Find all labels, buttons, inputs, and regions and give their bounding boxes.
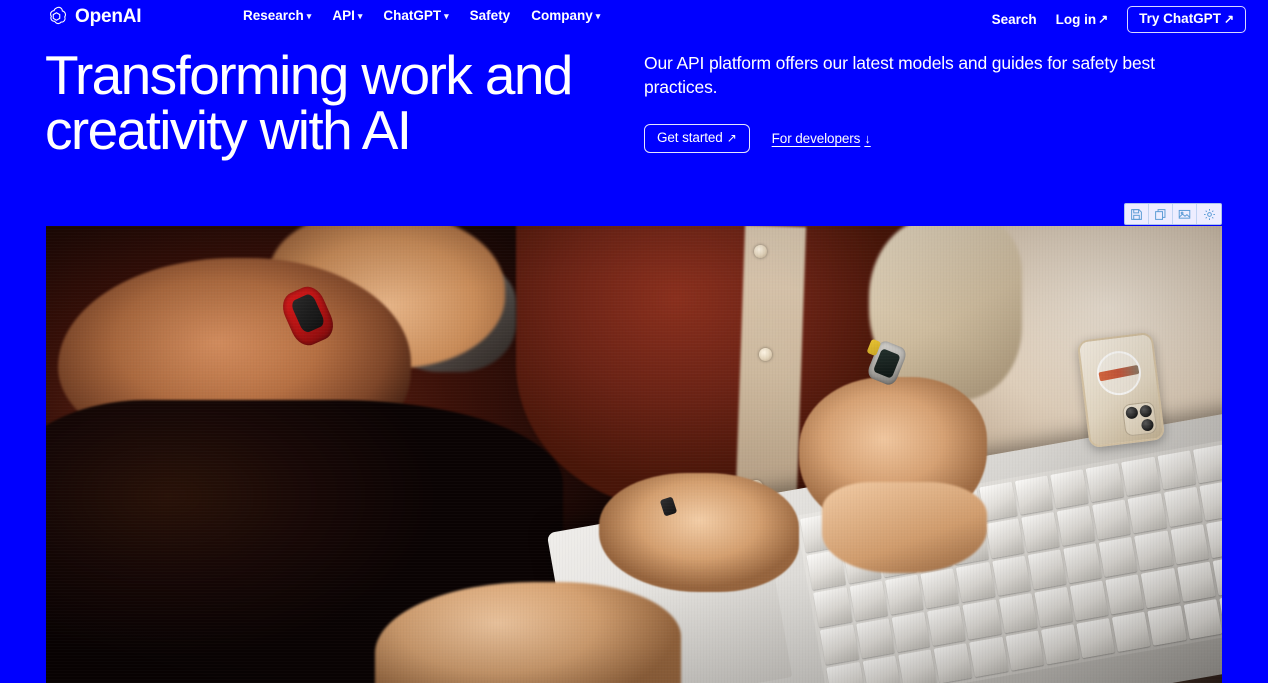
nav-item-safety[interactable]: Safety — [470, 9, 511, 23]
copy-button[interactable] — [1149, 204, 1173, 224]
nav-item-safety-label: Safety — [469, 8, 511, 23]
page-title: Transforming work and creativity with AI — [45, 48, 645, 158]
save-button[interactable] — [1125, 204, 1149, 224]
photo-shirt-placket — [734, 226, 807, 520]
nav-item-company[interactable]: Company ▾ — [531, 9, 600, 23]
chevron-down-icon: ▾ — [357, 11, 363, 22]
page-root: OpenAI Research ▾ API ▾ ChatGPT ▾ Safety… — [0, 0, 1268, 683]
image-button[interactable] — [1173, 204, 1197, 224]
image-icon — [1178, 208, 1191, 221]
save-icon — [1130, 208, 1143, 221]
nav-item-chatgpt-label: ChatGPT — [383, 8, 442, 23]
for-developers-label: For developers — [771, 130, 861, 146]
image-toolbar[interactable] — [1124, 203, 1222, 225]
chevron-down-icon: ▾ — [595, 11, 601, 22]
headline-line-1: Transforming work and — [45, 44, 573, 106]
photo-phone — [1076, 331, 1166, 448]
photo-shirt-button — [758, 347, 772, 361]
photo-center-hand — [598, 472, 799, 592]
hero-section: Transforming work and creativity with AI… — [0, 40, 1268, 210]
chevron-down-icon: ▾ — [444, 11, 449, 22]
login-link[interactable]: Log in ↗ — [1055, 11, 1109, 27]
photo-phone-camera-module — [1122, 400, 1158, 437]
login-label: Log in — [1055, 11, 1097, 27]
copy-icon — [1154, 208, 1167, 221]
nav-item-company-label: Company — [531, 8, 593, 23]
settings-gear-icon — [1203, 208, 1216, 221]
hero-photo — [46, 226, 1222, 683]
hero-right-column: Our API platform offers our latest model… — [644, 51, 1224, 153]
utility-nav: Search Log in ↗ Try ChatGPT ↗ — [992, 6, 1246, 33]
brand-name: OpenAI — [75, 6, 142, 27]
try-chatgpt-label: Try ChatGPT — [1139, 11, 1221, 26]
site-header: OpenAI Research ▾ API ▾ ChatGPT ▾ Safety… — [0, 0, 1268, 34]
nav-item-api[interactable]: API ▾ — [332, 9, 362, 23]
nav-item-api-label: API — [332, 8, 355, 23]
settings-button[interactable] — [1197, 204, 1221, 224]
nav-item-research-label: Research — [243, 8, 304, 23]
chevron-down-icon: ▾ — [306, 11, 312, 22]
for-developers-link[interactable]: For developers ↓ — [772, 132, 871, 146]
hero-description: Our API platform offers our latest model… — [644, 53, 1155, 98]
headline-line-2: creativity with AI — [45, 99, 412, 161]
arrow-up-right-icon: ↗ — [1223, 11, 1234, 26]
primary-nav: Research ▾ API ▾ ChatGPT ▾ Safety Compan… — [243, 9, 600, 23]
search-button[interactable]: Search — [991, 11, 1037, 27]
hero-actions: Get started ↗ For developers ↓ — [644, 124, 1224, 153]
try-chatgpt-button[interactable]: Try ChatGPT ↗ — [1127, 6, 1246, 33]
arrow-up-right-icon: ↗ — [726, 131, 737, 146]
nav-item-research[interactable]: Research ▾ — [243, 9, 311, 23]
arrow-down-icon: ↓ — [864, 131, 871, 147]
hero-image — [46, 226, 1222, 683]
brand-logo[interactable]: OpenAI — [45, 5, 142, 28]
photo-right-fingers — [822, 481, 987, 574]
search-label: Search — [991, 11, 1037, 27]
nav-item-chatgpt[interactable]: ChatGPT ▾ — [383, 9, 448, 23]
get-started-label: Get started — [657, 130, 723, 146]
openai-logo-icon — [45, 5, 68, 28]
get-started-button[interactable]: Get started ↗ — [644, 124, 750, 153]
arrow-up-right-icon: ↗ — [1098, 12, 1109, 27]
